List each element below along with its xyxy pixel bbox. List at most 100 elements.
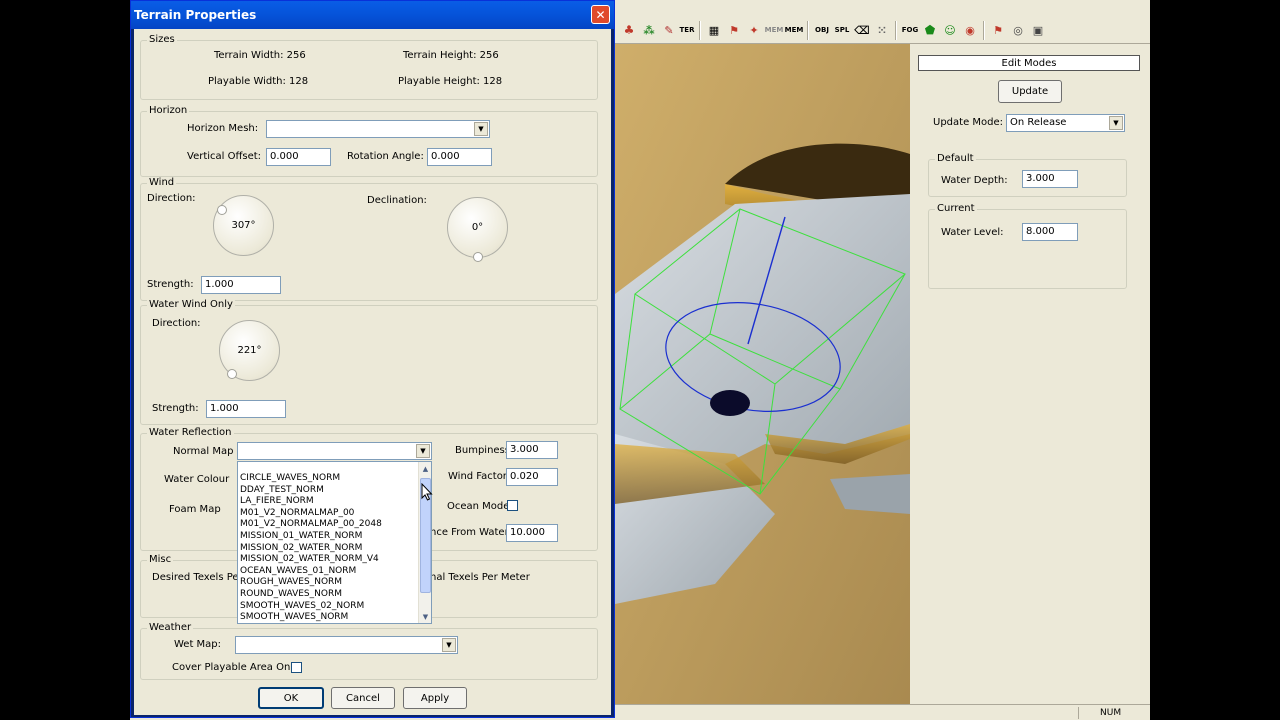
mem2-tool-label: MEM — [784, 26, 804, 34]
update-button[interactable]: Update — [998, 80, 1062, 103]
normal-map-select[interactable]: ▼ — [237, 442, 432, 460]
bumpiness-field[interactable]: 3.000 — [506, 441, 558, 459]
wind-factor-value: 0.020 — [510, 471, 539, 482]
water-wind-strength-field[interactable]: 1.000 — [206, 400, 286, 418]
brush-tool-icon[interactable]: ✎ — [660, 21, 678, 39]
eraser-tool-icon[interactable]: ⌫ — [853, 21, 871, 39]
water-wind-direction-dial[interactable]: 221° — [219, 320, 280, 381]
rotation-angle-field[interactable]: 0.000 — [427, 148, 492, 166]
water-level-field[interactable]: 8.000 — [1022, 223, 1078, 241]
chevron-down-icon[interactable]: ▼ — [474, 122, 488, 136]
terrain-tool-button[interactable]: TER — [678, 21, 696, 39]
apply-button[interactable]: Apply — [403, 687, 467, 709]
water-object-marker — [710, 390, 750, 416]
tree-tool-icon[interactable]: ♣ — [620, 21, 638, 39]
dropdown-option[interactable]: OCEAN_WAVES_01_NORM — [238, 566, 419, 578]
water-depth-value: 3.000 — [1026, 173, 1055, 184]
default-group-title: Default — [935, 153, 976, 164]
rotation-angle-value: 0.000 — [431, 151, 460, 162]
vertical-offset-label: Vertical Offset: — [187, 151, 262, 162]
dropdown-option[interactable]: MISSION_02_WATER_NORM — [238, 543, 419, 555]
dropdown-option[interactable]: ROUND_WAVES_NORM — [238, 589, 419, 601]
water-level-value: 8.000 — [1026, 226, 1055, 237]
camera-tool-icon[interactable]: ◉ — [961, 21, 979, 39]
wind-strength-value: 1.000 — [205, 279, 234, 290]
mem2-tool-button[interactable]: MEM — [784, 21, 804, 39]
water-depth-field[interactable]: 3.000 — [1022, 170, 1078, 188]
wind-group-title: Wind — [147, 177, 177, 188]
fog-tool-label: FOG — [901, 26, 919, 34]
ok-button[interactable]: OK — [258, 687, 324, 709]
chevron-down-icon[interactable]: ▼ — [416, 444, 430, 458]
wind-factor-field[interactable]: 0.020 — [506, 468, 558, 486]
water-wind-strength-value: 1.000 — [210, 403, 239, 414]
dropdown-option[interactable]: CIRCLE_WAVES_NORM — [238, 473, 419, 485]
fog-tool-button[interactable]: FOG — [901, 21, 919, 39]
playable-height-text: Playable Height: 128 — [398, 76, 503, 87]
sizes-group-title: Sizes — [147, 34, 177, 45]
dial-handle-icon[interactable] — [473, 252, 483, 262]
normal-map-dropdown-list[interactable]: CIRCLE_WAVES_NORM DDAY_TEST_NORM LA_FIERE_… — [237, 461, 432, 624]
wind-direction-dial[interactable]: 307° — [213, 195, 274, 256]
obj-tool-button[interactable]: OBJ — [813, 21, 831, 39]
dropdown-option[interactable]: LA_FIERE_NORM — [238, 496, 419, 508]
scroll-up-icon[interactable]: ▲ — [420, 463, 431, 474]
update-button-label: Update — [1011, 86, 1049, 97]
desired-texels-label: Desired Texels Per — [152, 572, 243, 583]
chevron-down-icon[interactable]: ▼ — [1109, 116, 1123, 130]
wind-direction-label: Direction: — [147, 193, 196, 204]
cancel-button[interactable]: Cancel — [331, 687, 395, 709]
vertical-offset-field[interactable]: 0.000 — [266, 148, 331, 166]
declination-label: Declination: — [367, 195, 427, 206]
horizon-mesh-select[interactable]: ▼ — [266, 120, 490, 138]
ok-button-label: OK — [283, 692, 299, 704]
flag-red-icon[interactable]: ⚑ — [989, 21, 1007, 39]
dropdown-option[interactable]: SMOOTH_WAVES_02_NORM — [238, 601, 419, 613]
wet-map-select[interactable]: ▼ — [235, 636, 458, 654]
dropdown-option[interactable]: M01_V2_NORMALMAP_00 — [238, 508, 419, 520]
distance-from-water-field[interactable]: 10.000 — [506, 524, 558, 542]
dropdown-option[interactable]: M01_V2_NORMALMAP_00_2048 — [238, 519, 419, 531]
wind-strength-field[interactable]: 1.000 — [201, 276, 281, 294]
declination-dial[interactable]: 0° — [447, 197, 508, 262]
terrain-height-text: Terrain Height: 256 — [403, 50, 499, 61]
dial-handle-icon[interactable] — [217, 205, 227, 215]
spl-tool-button[interactable]: SPL — [833, 21, 851, 39]
playable-width-text: Playable Width: 128 — [208, 76, 309, 87]
grid-tool-icon[interactable]: ▦ — [705, 21, 723, 39]
weather-group-title: Weather — [147, 622, 194, 633]
abc-tool-icon[interactable]: ▣ — [1029, 21, 1047, 39]
close-button[interactable]: ✕ — [591, 5, 610, 24]
person-tool-icon[interactable]: ☺ — [941, 21, 959, 39]
flag-tool-icon[interactable]: ⚑ — [725, 21, 743, 39]
dial-handle-icon[interactable] — [227, 369, 237, 379]
wind-strength-label: Strength: — [147, 279, 194, 290]
dropdown-option[interactable]: DDAY_TEST_NORM — [238, 485, 419, 497]
dots-tool-icon[interactable]: ⁙ — [873, 21, 891, 39]
mem-tool-button[interactable]: MEM — [765, 21, 784, 39]
dropdown-option[interactable]: ROUGH_WAVES_NORM — [238, 577, 419, 589]
dialog-titlebar[interactable]: Terrain Properties ✕ — [131, 1, 614, 29]
cover-playable-checkbox[interactable] — [291, 662, 302, 673]
obj-tool-label: OBJ — [815, 26, 829, 34]
cancel-button-label: Cancel — [346, 692, 380, 704]
dropdown-option[interactable]: SMOOTH_WAVES_NORM — [238, 612, 419, 623]
scroll-down-icon[interactable]: ▼ — [420, 611, 431, 622]
terrain-properties-dialog: Terrain Properties ✕ Sizes Terrain Width… — [130, 0, 615, 718]
dropdown-option[interactable]: MISSION_02_WATER_NORM_V4 — [238, 554, 419, 566]
current-group-title: Current — [935, 203, 977, 214]
chevron-down-icon[interactable]: ▼ — [442, 638, 456, 652]
grass-tool-icon[interactable]: ⁂ — [640, 21, 658, 39]
ocean-mode-checkbox[interactable] — [507, 500, 518, 511]
edit-modes-label: Edit Modes — [1001, 57, 1057, 69]
close-icon: ✕ — [595, 7, 606, 22]
3d-viewport[interactable] — [615, 44, 910, 704]
dropdown-option[interactable]: MISSION_01_WATER_NORM — [238, 531, 419, 543]
eye-tool-icon[interactable]: ◎ — [1009, 21, 1027, 39]
update-mode-select[interactable]: On Release ▼ — [1006, 114, 1125, 132]
water-level-label: Water Level: — [941, 227, 1004, 238]
pin-tool-icon[interactable]: ✦ — [745, 21, 763, 39]
shield-tool-icon[interactable]: ⬟ — [921, 21, 939, 39]
toolbar-separator — [983, 21, 985, 40]
edit-modes-header[interactable]: Edit Modes — [918, 55, 1140, 71]
